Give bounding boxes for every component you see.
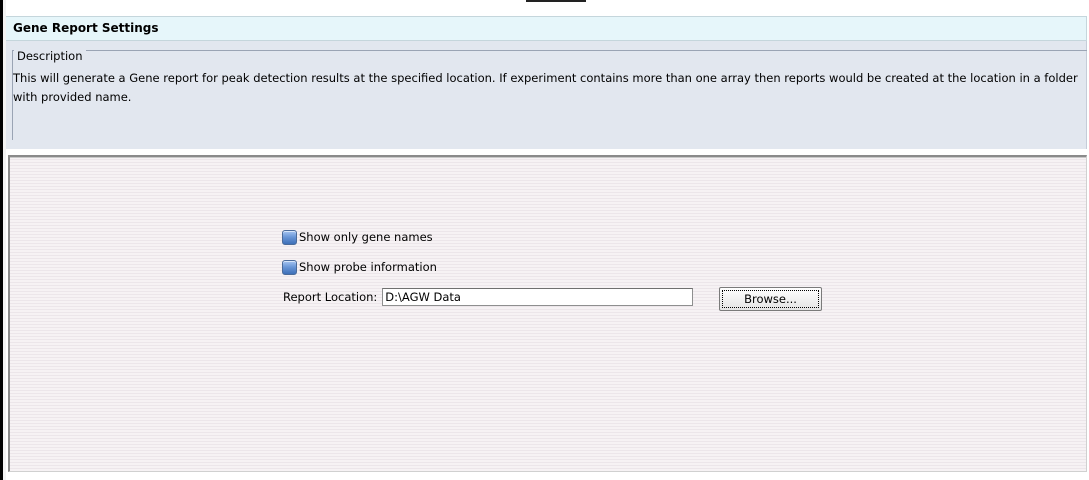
- window-top-notch: [526, 0, 586, 2]
- show-gene-names-option[interactable]: Show only gene names: [282, 228, 433, 246]
- content-panel-inner-edge: [10, 157, 1086, 158]
- settings-content-panel: [8, 155, 1087, 472]
- browse-button[interactable]: Browse...: [719, 287, 822, 311]
- show-probe-information-checkbox[interactable]: [282, 259, 297, 275]
- report-location-row: Report Location:: [283, 287, 694, 307]
- page-title: Gene Report Settings: [13, 21, 159, 35]
- description-panel: Description This will generate a Gene re…: [6, 41, 1087, 149]
- show-probe-information-label[interactable]: Show probe information: [299, 260, 437, 274]
- description-text: This will generate a Gene report for pea…: [13, 71, 1078, 104]
- title-bar: Gene Report Settings: [6, 16, 1087, 41]
- browse-button-label: Browse...: [722, 290, 819, 308]
- report-location-input[interactable]: [382, 288, 694, 306]
- show-gene-names-label[interactable]: Show only gene names: [299, 230, 433, 244]
- gene-report-settings-window: Gene Report Settings Description This wi…: [0, 0, 1089, 480]
- show-gene-names-checkbox[interactable]: [282, 229, 297, 245]
- report-location-label: Report Location:: [283, 290, 378, 304]
- description-legend: Description: [14, 49, 86, 63]
- show-probe-information-option[interactable]: Show probe information: [282, 258, 437, 276]
